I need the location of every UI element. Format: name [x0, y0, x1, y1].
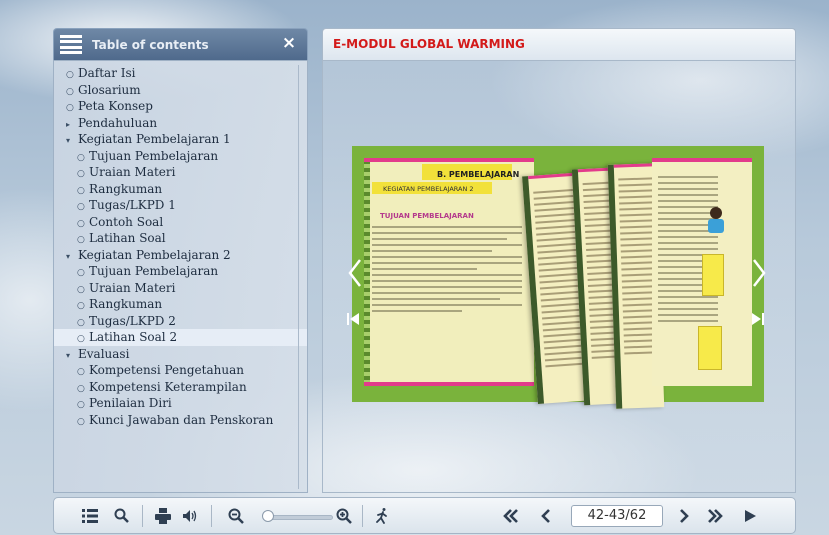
- toc-item-label: Evaluasi: [78, 346, 130, 361]
- toc-item-label: Uraian Materi: [89, 280, 176, 295]
- first-page-arrow[interactable]: [346, 311, 360, 325]
- toolbar-divider: [211, 505, 212, 527]
- bullet-icon: ○: [77, 416, 85, 427]
- toc-item[interactable]: ○ Kunci Jawaban dan Penskoran: [54, 412, 307, 429]
- page-text: [372, 226, 522, 316]
- toc-item-label: Tujuan Pembelajaran: [89, 264, 219, 278]
- zoom-slider-handle[interactable]: [262, 510, 274, 522]
- toc-item[interactable]: ▾ Kegiatan Pembelajaran 1: [54, 131, 307, 148]
- first-page-icon[interactable]: [501, 506, 521, 526]
- toc-list: ○ Daftar Isi ○ Glosarium ○ Peta Konsep ▸ Pendah…: [53, 60, 308, 493]
- toc-item[interactable]: ○ Latihan Soal: [54, 230, 307, 247]
- toc-item[interactable]: ○ Rangkuman: [54, 181, 307, 198]
- right-page-top-stripe: [652, 158, 752, 162]
- toc-item-label: Latihan Soal: [89, 231, 166, 245]
- toc-item[interactable]: ▾ Evaluasi: [54, 346, 307, 363]
- toc-item-label: Tugas/LKPD 2: [89, 313, 176, 328]
- toc-header: Table of contents ×: [53, 28, 308, 60]
- toc-item-label: Glosarium: [78, 82, 141, 97]
- toc-item[interactable]: ▾ Kegiatan Pembelajaran 2: [54, 247, 307, 264]
- toc-item-label: Kompetensi Pengetahuan: [89, 363, 244, 377]
- toc-list-icon: [60, 34, 82, 55]
- toolbar-divider: [362, 505, 363, 527]
- page-subheading: KEGIATAN PEMBELAJARAN 2: [383, 185, 474, 193]
- page-top-stripe: [364, 158, 534, 162]
- toc-item[interactable]: ○ Tujuan Pembelajaran: [54, 263, 307, 280]
- zoom-in-icon[interactable]: [334, 506, 354, 526]
- viewer-header: E-MODUL GLOBAL WARMING: [322, 28, 796, 60]
- toc-item[interactable]: ○ Tugas/LKPD 1: [54, 197, 307, 214]
- search-icon[interactable]: [112, 506, 132, 526]
- page-heading: B. PEMBELAJARAN: [437, 170, 520, 179]
- answer-box: [702, 254, 724, 296]
- toc-scrollbar[interactable]: [298, 65, 303, 489]
- toc-item[interactable]: ○ Penilaian Diri: [54, 395, 307, 412]
- zoom-out-icon[interactable]: [226, 506, 246, 526]
- toolbar-divider: [142, 505, 143, 527]
- toc-title: Table of contents: [92, 37, 209, 52]
- next-page-icon[interactable]: [674, 506, 694, 526]
- toc-item-label: Kompetensi Keterampilan: [89, 379, 247, 394]
- print-icon[interactable]: [153, 506, 173, 526]
- prev-page-icon[interactable]: [536, 506, 556, 526]
- toc-icon[interactable]: [80, 506, 100, 526]
- toc-item[interactable]: ○ Glosarium: [54, 82, 307, 99]
- bottom-toolbar: 42-43/62: [53, 497, 796, 534]
- sound-icon[interactable]: [180, 506, 200, 526]
- last-page-icon[interactable]: [705, 506, 725, 526]
- last-page-arrow[interactable]: [751, 311, 765, 325]
- toc-item-label: Rangkuman: [89, 297, 163, 311]
- right-page-text: [658, 176, 718, 326]
- toc-item[interactable]: ○ Contoh Soal: [54, 214, 307, 231]
- toc-item[interactable]: ○ Uraian Materi: [54, 280, 307, 297]
- toc-item[interactable]: ○ Uraian Materi: [54, 164, 307, 181]
- toc-item[interactable]: ○ Kompetensi Pengetahuan: [54, 362, 307, 379]
- toc-item-label: Penilaian Diri: [89, 396, 172, 410]
- toc-item[interactable]: ○ Peta Konsep: [54, 98, 307, 115]
- document-title: E-MODUL GLOBAL WARMING: [333, 37, 525, 51]
- toc-item[interactable]: ○ Daftar Isi: [54, 65, 307, 82]
- answer-box: [698, 326, 722, 370]
- toc-item-label: Tugas/LKPD 1: [89, 198, 176, 212]
- toc-item-label: Rangkuman: [89, 181, 163, 196]
- close-icon[interactable]: ×: [281, 35, 297, 52]
- section-heading: TUJUAN PEMBELAJARAN: [380, 212, 474, 220]
- toc-item-label: Contoh Soal: [89, 214, 164, 229]
- toc-item-label: Tujuan Pembelajaran: [89, 148, 219, 163]
- page-bottom-stripe: [364, 382, 534, 386]
- toc-item[interactable]: ○ Rangkuman: [54, 296, 307, 313]
- next-page-arrow[interactable]: [752, 258, 766, 288]
- character-illustration: [705, 207, 727, 237]
- toc-item-label: Uraian Materi: [89, 165, 176, 179]
- toc-item-label: Peta Konsep: [78, 99, 153, 113]
- play-icon[interactable]: [740, 506, 760, 526]
- toc-item-label: Daftar Isi: [78, 66, 136, 80]
- page-border-pattern: [364, 160, 370, 382]
- toc-item-label: Pendahuluan: [78, 115, 158, 130]
- toc-panel: Table of contents × ○ Daftar Isi ○ Glosariu…: [53, 28, 308, 493]
- toc-item[interactable]: ○ Latihan Soal 2: [54, 329, 307, 346]
- page-indicator[interactable]: 42-43/62: [571, 505, 663, 527]
- autoflip-icon[interactable]: [372, 506, 392, 526]
- toc-item[interactable]: ○ Tugas/LKPD 2: [54, 313, 307, 330]
- toc-item-label: Kunci Jawaban dan Penskoran: [89, 412, 274, 427]
- flipbook[interactable]: B. PEMBELAJARAN KEGIATAN PEMBELAJARAN 2 …: [352, 146, 764, 409]
- toc-item-label: Kegiatan Pembelajaran 1: [78, 132, 231, 146]
- prev-page-arrow[interactable]: [348, 258, 362, 288]
- toc-item-label: Kegiatan Pembelajaran 2: [78, 247, 231, 262]
- toc-item[interactable]: ○ Kompetensi Keterampilan: [54, 379, 307, 396]
- toc-item-label: Latihan Soal 2: [89, 330, 178, 344]
- toc-item[interactable]: ▸ Pendahuluan: [54, 115, 307, 132]
- toc-item[interactable]: ○ Tujuan Pembelajaran: [54, 148, 307, 165]
